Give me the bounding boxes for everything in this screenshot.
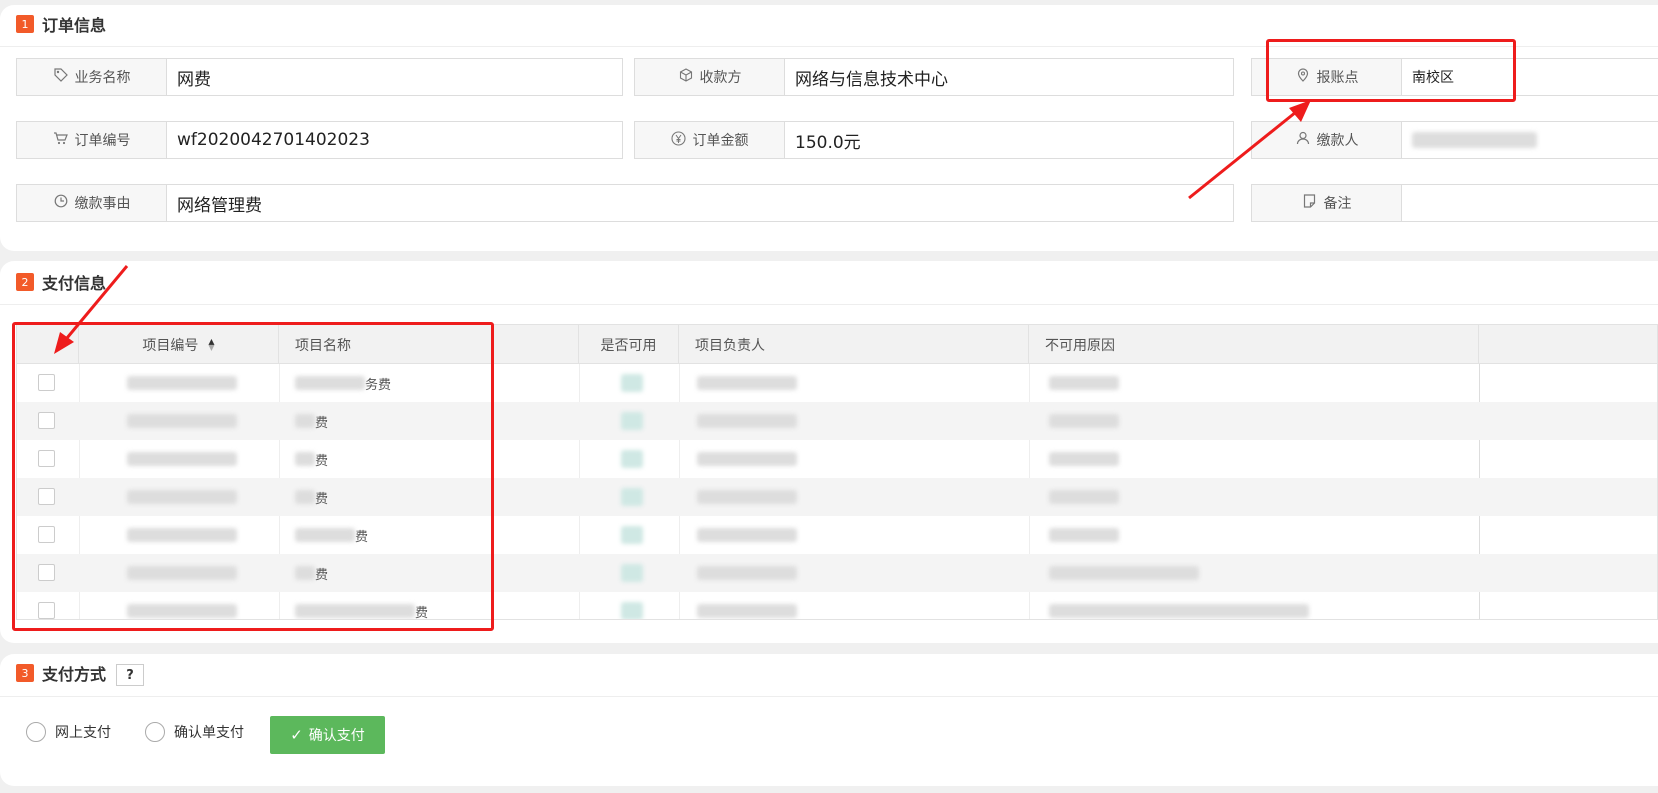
cube-icon bbox=[678, 68, 694, 86]
section-title: 支付方式 bbox=[42, 665, 107, 684]
annotation-highlight-box bbox=[1266, 39, 1516, 102]
help-button[interactable]: ? bbox=[116, 664, 144, 686]
divider bbox=[0, 696, 1658, 697]
section-number-badge: 3 bbox=[16, 664, 34, 682]
section-number-badge: 1 bbox=[16, 15, 34, 33]
header-project-leader: 项目负责人 bbox=[679, 325, 1029, 364]
header-extra-column bbox=[1479, 325, 1657, 364]
project-leader-cell bbox=[697, 516, 797, 554]
order-info-header: 1 订单信息 bbox=[16, 12, 106, 36]
payment-reason-value: 网络管理费 bbox=[177, 195, 262, 216]
available-cell bbox=[621, 592, 643, 619]
unavailable-reason-cell bbox=[1049, 554, 1199, 592]
section-title: 订单信息 bbox=[42, 16, 107, 35]
project-leader-cell bbox=[697, 440, 797, 478]
clock-icon bbox=[53, 194, 69, 212]
payee-value: 网络与信息技术中心 bbox=[795, 69, 948, 90]
payment-method-header: 3 支付方式 bbox=[16, 661, 106, 685]
field-label: 业务名称 bbox=[17, 59, 167, 95]
divider bbox=[0, 304, 1658, 305]
project-leader-cell bbox=[697, 478, 797, 516]
confirm-payment-button[interactable]: ✓ 确认支付 bbox=[270, 716, 385, 754]
available-cell bbox=[621, 364, 643, 402]
annotation-arrow bbox=[1188, 100, 1311, 200]
order-amount-value: 150.0元 bbox=[795, 132, 861, 153]
payment-method-panel bbox=[0, 654, 1658, 786]
unavailable-reason-cell bbox=[1049, 478, 1119, 516]
unavailable-reason-cell bbox=[1049, 402, 1119, 440]
project-leader-cell bbox=[697, 554, 797, 592]
payee-field: 收款方 网络与信息技术中心 bbox=[634, 58, 1234, 96]
payer-value bbox=[1402, 122, 1658, 158]
redacted-text bbox=[1412, 132, 1537, 148]
field-label: 收款方 bbox=[635, 59, 785, 95]
available-cell bbox=[621, 554, 643, 592]
header-available: 是否可用 bbox=[579, 325, 679, 364]
payment-reason-field: 缴款事由 网络管理费 bbox=[16, 184, 1234, 222]
cart-icon bbox=[53, 131, 69, 149]
section-number-badge: 2 bbox=[16, 273, 34, 291]
unavailable-reason-cell bbox=[1049, 592, 1309, 619]
annotation-arrow bbox=[54, 265, 129, 354]
radio-confirmation-payment[interactable]: 确认单支付 bbox=[145, 722, 244, 742]
unavailable-reason-cell bbox=[1049, 440, 1119, 478]
order-number-value: wf2020042701402023 bbox=[177, 130, 370, 150]
field-label: 订单金额 bbox=[635, 122, 785, 158]
tag-icon bbox=[53, 68, 69, 86]
unavailable-reason-cell bbox=[1049, 364, 1119, 402]
available-cell bbox=[621, 440, 643, 478]
business-name-value: 网费 bbox=[177, 69, 211, 90]
project-leader-cell bbox=[697, 402, 797, 440]
check-icon: ✓ bbox=[290, 726, 303, 744]
radio-online-payment[interactable]: 网上支付 bbox=[26, 722, 111, 742]
order-number-field: 订单编号 wf2020042701402023 bbox=[16, 121, 623, 159]
order-amount-field: 订单金额 150.0元 bbox=[634, 121, 1234, 159]
radio-circle[interactable] bbox=[26, 722, 46, 742]
remark-value bbox=[1402, 185, 1658, 221]
project-leader-cell bbox=[697, 592, 797, 619]
annotation-highlight-box bbox=[12, 322, 494, 631]
field-label: 缴款事由 bbox=[17, 185, 167, 221]
yuan-icon bbox=[671, 130, 687, 150]
available-cell bbox=[621, 478, 643, 516]
project-leader-cell bbox=[697, 364, 797, 402]
header-unavailable-reason: 不可用原因 bbox=[1029, 325, 1479, 364]
field-label: 订单编号 bbox=[17, 122, 167, 158]
business-name-field: 业务名称 网费 bbox=[16, 58, 623, 96]
radio-circle[interactable] bbox=[145, 722, 165, 742]
unavailable-reason-cell bbox=[1049, 516, 1119, 554]
available-cell bbox=[621, 516, 643, 554]
available-cell bbox=[621, 402, 643, 440]
